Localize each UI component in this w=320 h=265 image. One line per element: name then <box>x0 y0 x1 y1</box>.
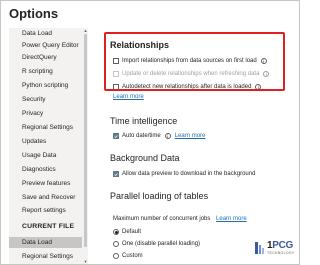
sidebar-item-regional-settings-file[interactable]: Regional Settings <box>12 251 82 262</box>
sidebar-item-usage-data[interactable]: Usage Data <box>12 150 82 161</box>
sidebar-item-preview-features[interactable]: Preview features <box>12 178 82 189</box>
auto-date-time-option[interactable]: Auto date/time i Learn more <box>113 131 205 141</box>
sidebar-item-security[interactable]: Security <box>12 94 82 105</box>
background-data-heading: Background Data <box>110 153 180 163</box>
sidebar-item-updates[interactable]: Updates <box>12 136 82 147</box>
option-label: Custom <box>122 253 143 259</box>
sidebar-item-privacy[interactable]: Privacy <box>12 108 82 119</box>
sidebar-item-report-settings[interactable]: Report settings <box>12 205 82 216</box>
relationships-highlight-box <box>104 32 285 91</box>
radio-custom-option[interactable]: Custom <box>113 251 143 261</box>
background-preview-option[interactable]: Allow data preview to download in the ba… <box>113 169 255 179</box>
sidebar-item-label: Usage Data <box>22 152 57 159</box>
sidebar-item-data-load[interactable]: Data Load <box>9 237 82 248</box>
scroll-down-icon[interactable]: ▼ <box>83 259 88 264</box>
sidebar-item-regional-settings[interactable]: Regional Settings <box>12 122 82 133</box>
logo-mark-icon <box>255 242 264 254</box>
sidebar-item-label: Data Load <box>22 30 52 37</box>
sidebar-item-save-and-recover[interactable]: Save and Recover <box>12 192 82 203</box>
sidebar-item-label: Data Load <box>22 239 52 246</box>
sidebar-item-label: Diagnostics <box>22 166 56 173</box>
sidebar-scrollbar[interactable]: ▲ ▼ <box>83 28 88 264</box>
relationships-learn-more-link[interactable]: Learn more <box>113 94 144 100</box>
radio-default-option[interactable]: Default <box>113 227 141 237</box>
sidebar-item-diagnostics[interactable]: Diagnostics <box>12 164 82 175</box>
auto-date-time-checkbox[interactable] <box>113 133 119 139</box>
sidebar-item-power-query-editor[interactable]: Power Query Editor <box>12 40 82 51</box>
radio-one-option[interactable]: One (disable parallel loading) <box>113 239 200 249</box>
sidebar-item-label: Regional Settings <box>22 253 73 260</box>
sidebar-item-label: Regional Settings <box>22 124 73 131</box>
sidebar-item-label: R scripting <box>22 68 53 75</box>
option-label: Default <box>122 229 142 235</box>
sidebar-item-label: Power Query Editor <box>22 42 79 49</box>
option-label: Auto date/time <box>122 133 161 139</box>
logo-text: 1PCG TECHNOLOGY <box>267 239 295 256</box>
concurrent-jobs-caption: Maximum number of concurrent jobs Learn … <box>113 216 247 222</box>
option-label: One (disable parallel loading) <box>122 241 201 247</box>
logo-brand: 1PCG <box>267 239 295 251</box>
watermark-logo: 1PCG TECHNOLOGY <box>255 237 297 259</box>
parallel-learn-more-link[interactable]: Learn more <box>216 216 247 222</box>
checkmark-icon <box>114 134 118 138</box>
sidebar-item-label: Updates <box>22 138 47 145</box>
sidebar-item-label: Python scripting <box>22 82 69 89</box>
time-intelligence-heading: Time intelligence <box>110 116 178 126</box>
sidebar-item-label: Save and Recover <box>22 194 76 201</box>
options-dialog: Options Data Load Power Query Editor Dir… <box>0 0 300 265</box>
radio-default[interactable] <box>113 229 119 235</box>
sidebar: Data Load Power Query Editor DirectQuery… <box>9 28 88 264</box>
sidebar-item-label: Preview features <box>22 180 71 187</box>
sidebar-item-label: Security <box>22 96 46 103</box>
time-intelligence-learn-more-link[interactable]: Learn more <box>175 133 206 139</box>
sidebar-item-label: Report settings <box>22 207 66 214</box>
scroll-thumb[interactable] <box>84 34 87 247</box>
caption-text: Maximum number of concurrent jobs <box>113 216 211 222</box>
radio-custom[interactable] <box>113 253 119 259</box>
sidebar-section-current-file: CURRENT FILE <box>22 223 75 230</box>
sidebar-item-r-scripting[interactable]: R scripting <box>12 66 82 77</box>
sidebar-item-data-load-global[interactable]: Data Load <box>12 28 82 39</box>
sidebar-item-label: DirectQuery <box>22 54 57 61</box>
sidebar-item-label: Privacy <box>22 110 44 117</box>
dialog-title: Options <box>9 6 59 21</box>
radio-one[interactable] <box>113 241 119 247</box>
sidebar-item-directquery[interactable]: DirectQuery <box>12 52 82 63</box>
background-preview-checkbox[interactable] <box>113 171 119 177</box>
scroll-up-icon[interactable]: ▲ <box>83 28 88 33</box>
sidebar-item-python-scripting[interactable]: Python scripting <box>12 80 82 91</box>
info-icon[interactable]: i <box>164 133 171 139</box>
parallel-loading-heading: Parallel loading of tables <box>110 191 209 201</box>
logo-brand-text: PCG <box>272 239 294 251</box>
checkmark-icon <box>114 172 118 176</box>
option-label: Allow data preview to download in the ba… <box>122 171 256 177</box>
logo-tagline: TECHNOLOGY <box>267 250 295 255</box>
